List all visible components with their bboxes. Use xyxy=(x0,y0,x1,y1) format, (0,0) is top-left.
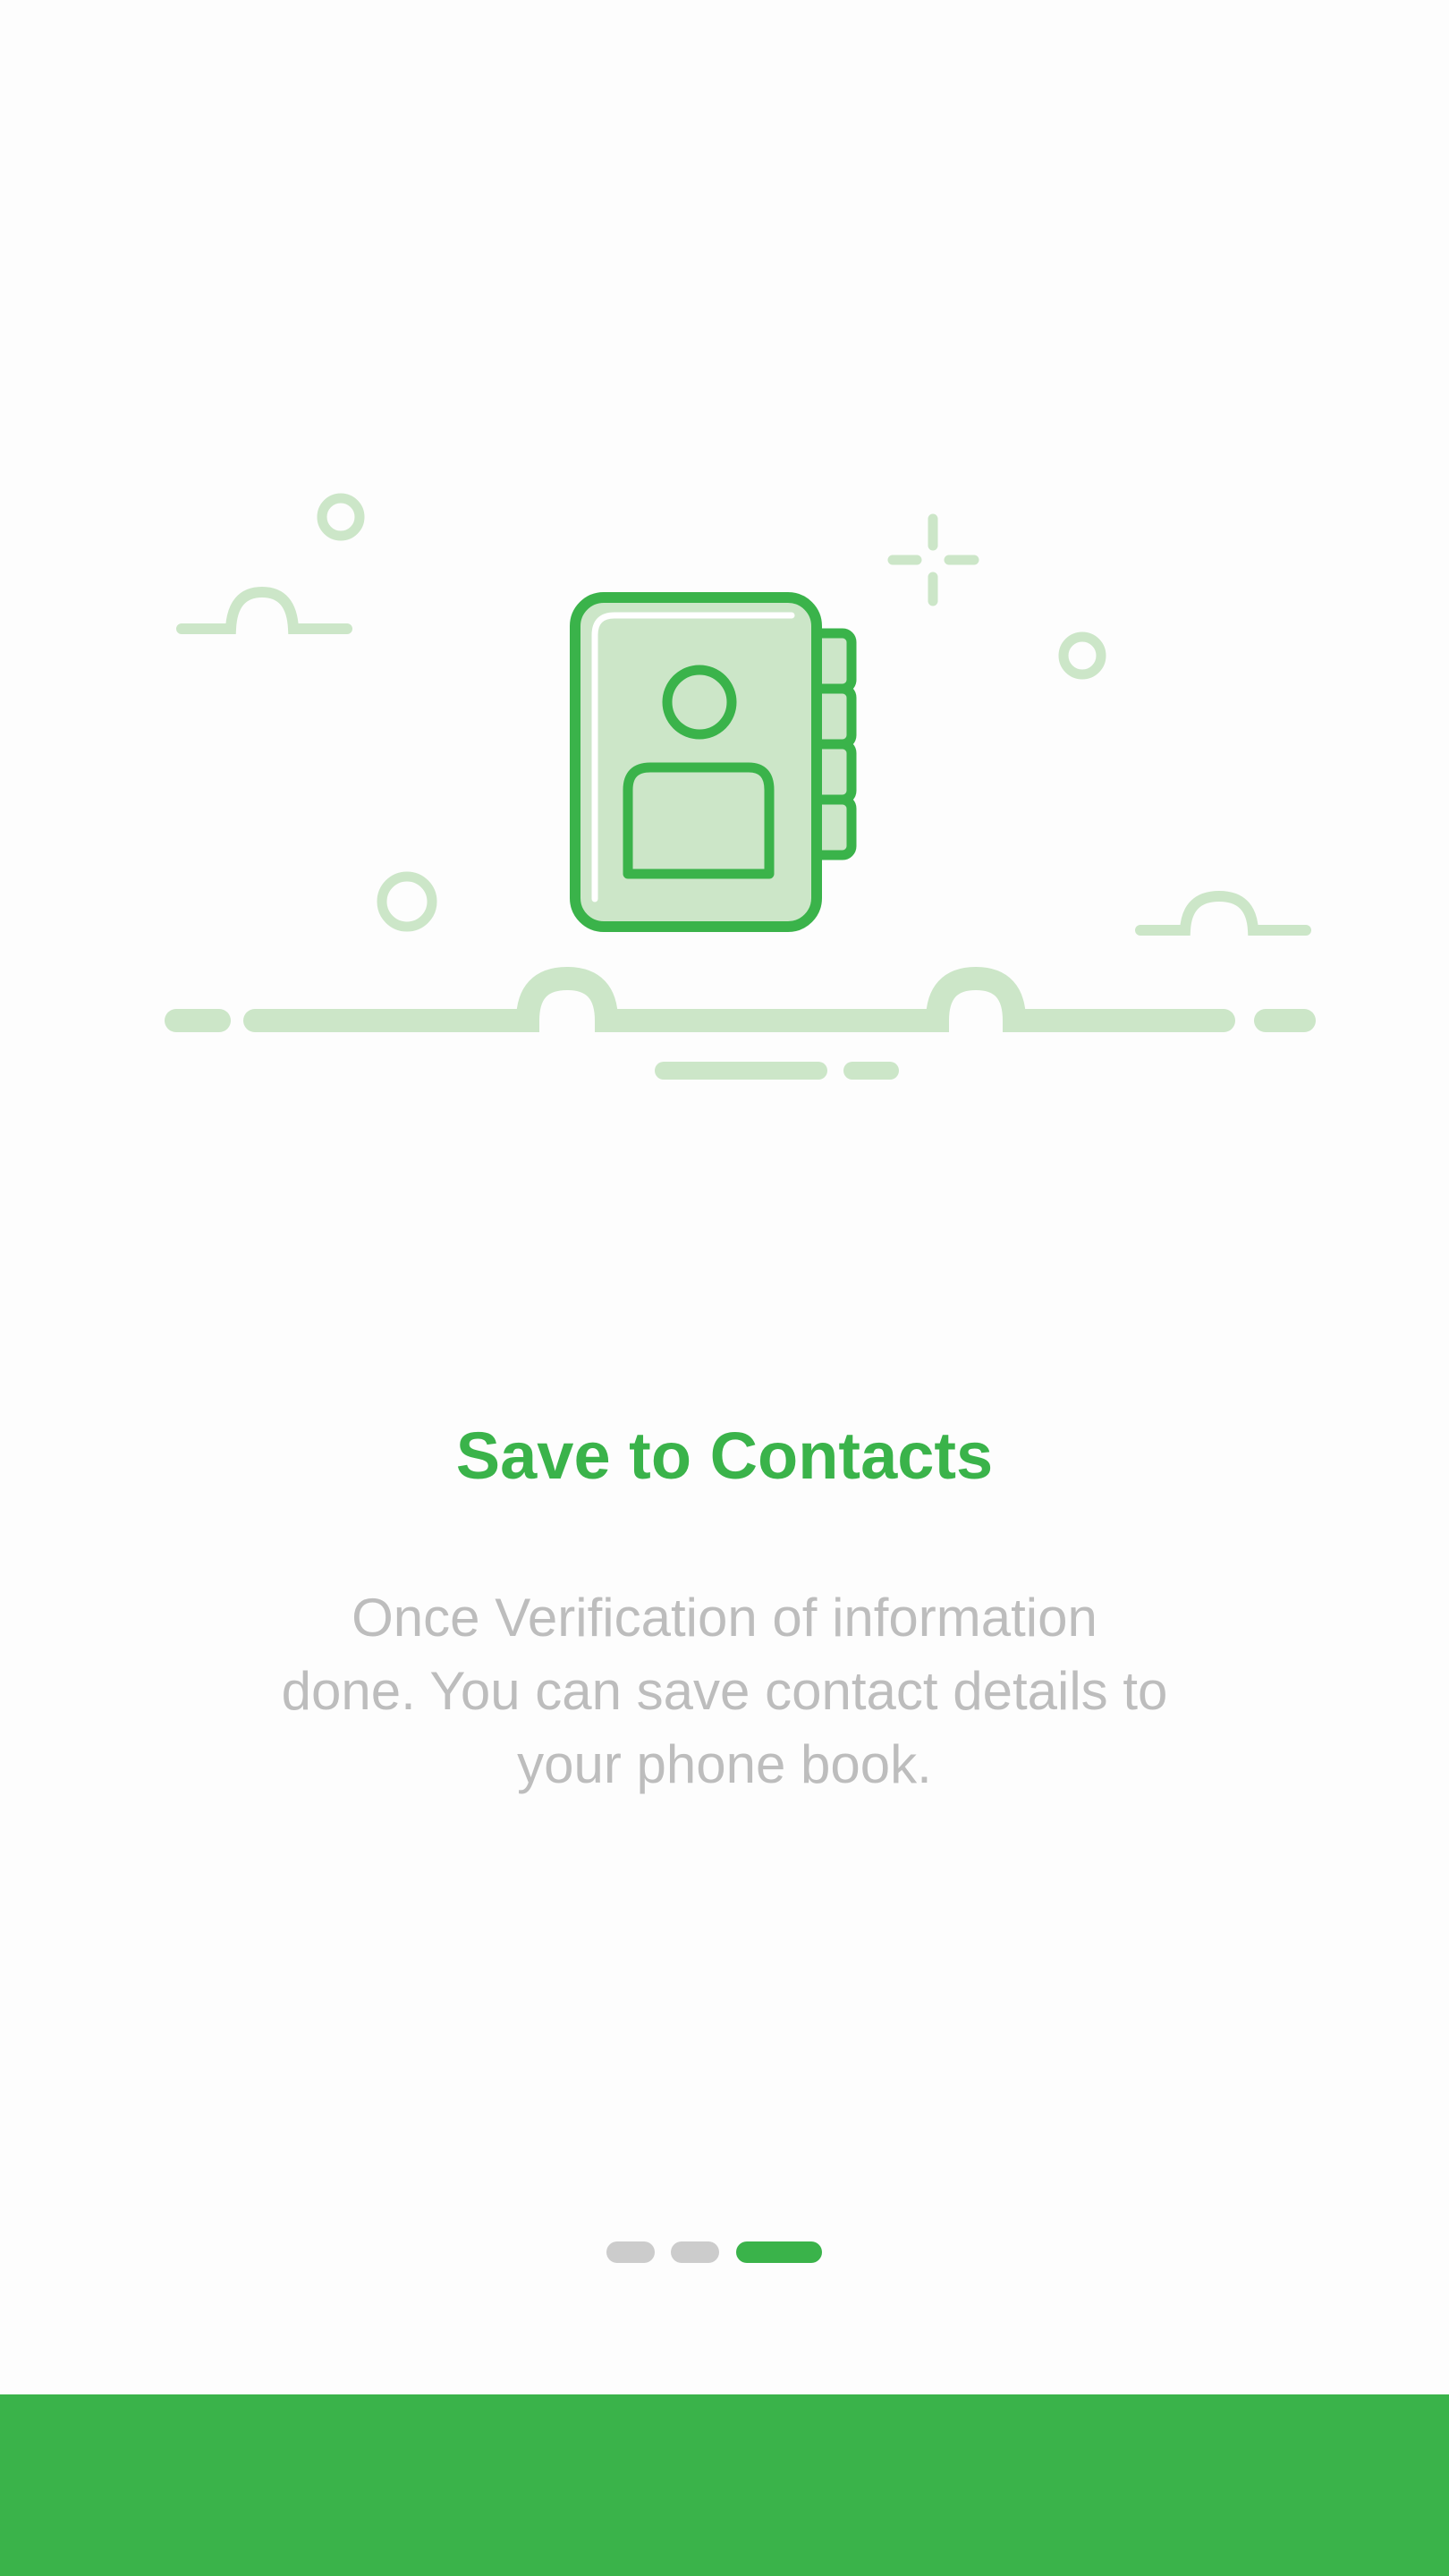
ground-lines xyxy=(165,966,1316,1080)
decor-circle-3 xyxy=(377,871,437,932)
bottom-action-bar[interactable] xyxy=(0,2394,1449,2576)
page-indicator-dot-active[interactable] xyxy=(736,2241,822,2263)
page-indicator-dot[interactable] xyxy=(606,2241,655,2263)
sparkle-icon xyxy=(887,513,979,606)
contact-book-icon xyxy=(570,592,857,932)
decor-circle-2 xyxy=(1058,631,1106,680)
cloud-left xyxy=(176,586,352,634)
page-indicator-dot[interactable] xyxy=(671,2241,719,2263)
illustration xyxy=(165,493,1316,1080)
onboarding-title: Save to Contacts xyxy=(455,1419,994,1493)
decor-circle-1 xyxy=(317,493,365,541)
onboarding-description: Once Verification of information done. Y… xyxy=(281,1588,1168,1794)
cloud-right xyxy=(1135,890,1311,936)
page-indicator xyxy=(0,2241,1449,2263)
